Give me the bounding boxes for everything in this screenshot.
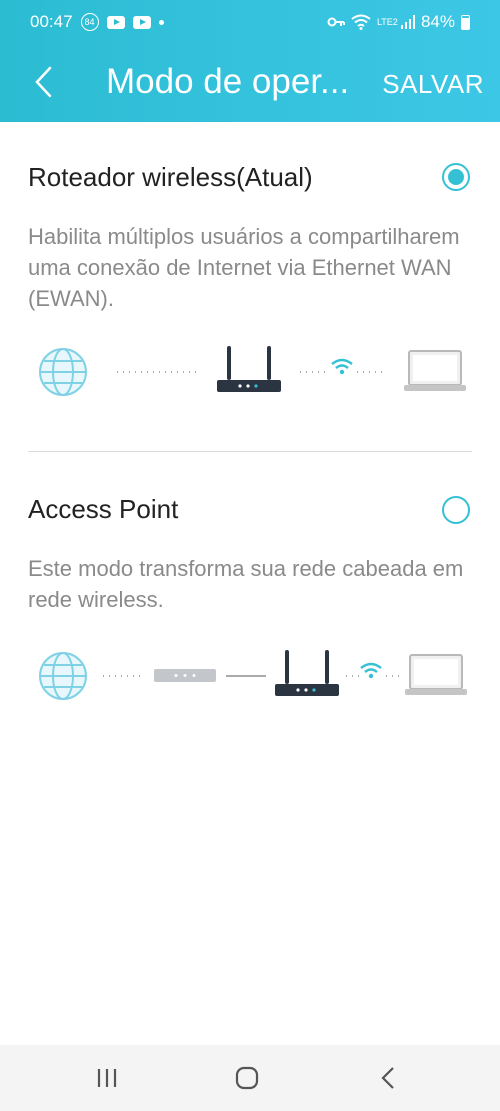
recent-apps-icon [97, 1069, 117, 1087]
back-icon [381, 1067, 394, 1089]
option-access-point[interactable]: Access Point Este modo transforma sua re… [0, 452, 500, 732]
radio-access-point[interactable] [442, 496, 470, 524]
home-icon [235, 1066, 259, 1090]
router-icon [217, 346, 281, 392]
save-button[interactable]: SALVAR [382, 69, 484, 100]
network-label: LTE2 [376, 16, 398, 27]
option-description: Este modo transforma sua rede cabeada em… [28, 556, 464, 612]
youtube-icon [132, 15, 151, 29]
system-navigation-bar [0, 1045, 500, 1111]
more-notifications-icon [158, 19, 164, 25]
wifi-icon [331, 358, 353, 375]
back-button[interactable] [24, 62, 64, 102]
modem-icon [154, 669, 216, 682]
laptop-icon [405, 654, 467, 695]
youtube-icon [106, 15, 125, 29]
wifi-icon [360, 662, 382, 679]
diagram-access-point [39, 650, 467, 700]
home-button[interactable] [227, 1063, 267, 1093]
wifi-status-icon [351, 14, 371, 30]
key-icon [327, 17, 345, 27]
laptop-icon [404, 350, 466, 391]
option-description: Habilita múltiplos usuários a compartilh… [28, 224, 460, 311]
signal-icon [400, 15, 415, 29]
page-title: Modo de oper... [106, 62, 350, 101]
system-back-button[interactable] [368, 1063, 408, 1093]
diagram-wireless-router [39, 346, 466, 396]
recent-apps-button[interactable] [87, 1063, 127, 1093]
option-title: Access Point [28, 494, 179, 524]
battery-percent: 84% [420, 12, 455, 31]
battery-icon [461, 14, 470, 30]
router-icon [275, 650, 339, 696]
radio-wireless-router[interactable] [442, 163, 470, 191]
app-bar: Modo de oper... SALVAR [0, 44, 500, 122]
option-wireless-router[interactable]: Roteador wireless(Atual) Habilita múltip… [0, 122, 500, 452]
status-bar: 00:47 84 LTE2 84% [0, 0, 500, 44]
status-time: 00:47 [30, 12, 73, 31]
chevron-left-icon [35, 66, 52, 98]
globe-icon [39, 652, 87, 700]
globe-icon [39, 348, 87, 396]
option-title: Roteador wireless(Atual) [28, 162, 313, 192]
notification-badge-icon: 84 [80, 13, 99, 31]
